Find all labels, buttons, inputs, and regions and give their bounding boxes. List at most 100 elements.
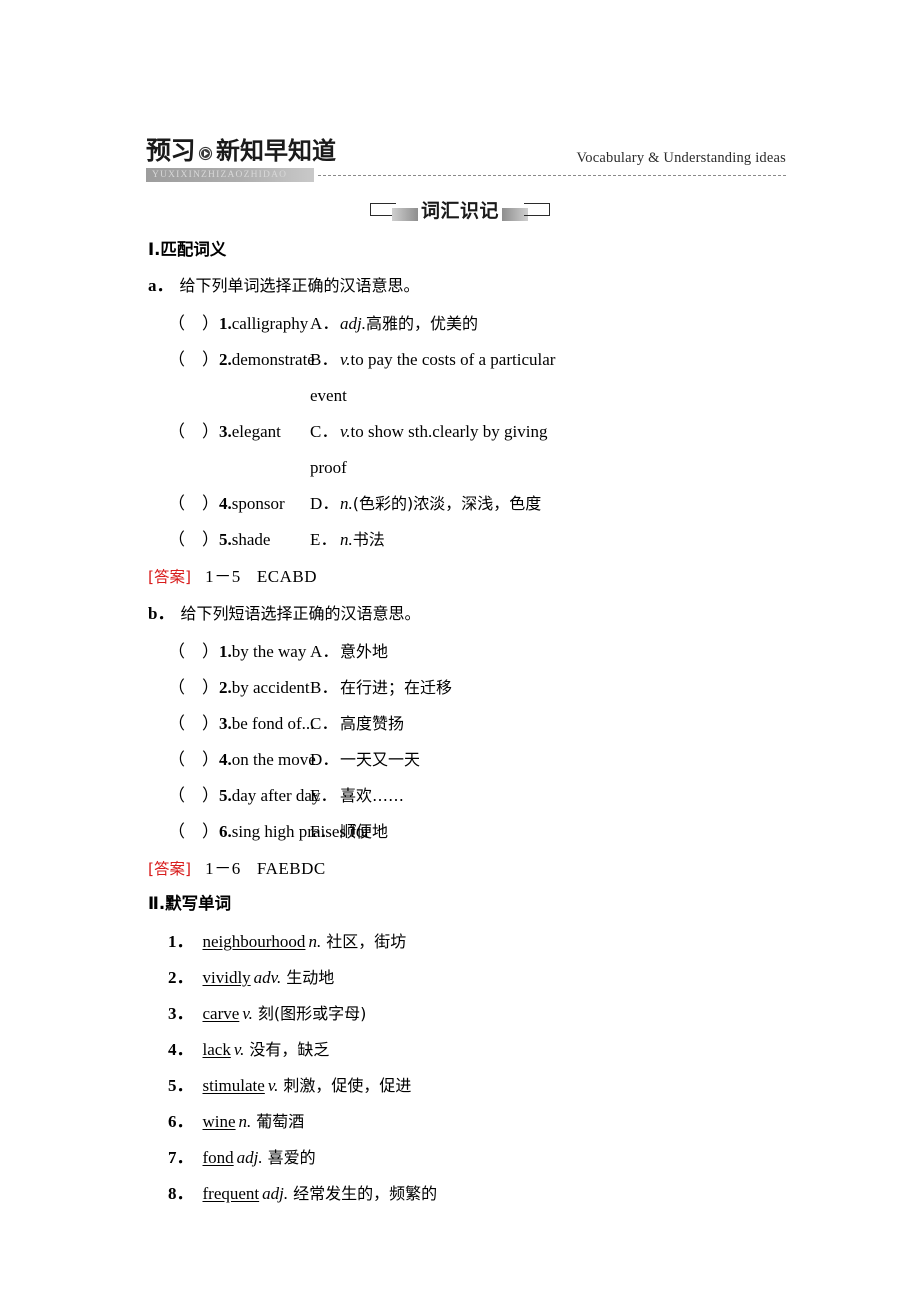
header-title-bold: 预习 <box>146 136 196 165</box>
word-item[interactable]: （ ）4.sponsor <box>0 486 305 522</box>
phrase-number: 1. <box>219 642 232 661</box>
word-term: demonstrate <box>231 350 315 369</box>
word-item[interactable]: （ ）3.elegant <box>0 414 305 450</box>
list-item: 4． lack v. 没有，缺乏 <box>168 1032 920 1068</box>
answer-range: 1－6 <box>205 859 241 878</box>
phrase-number: 6. <box>219 822 232 841</box>
item-word: fond <box>202 1148 234 1167</box>
item-word: carve <box>202 1004 240 1023</box>
item-pos: v. <box>233 1040 245 1059</box>
phrase-item[interactable]: （ ）1.by the way <box>0 634 307 670</box>
document-page: 预习 新知早知道 YUXIXINZHIZAOZHIDAO Vocabulary … <box>0 0 920 1302</box>
list-item: 1． neighbourhood n. 社区，街坊 <box>168 924 920 960</box>
phrase-term: by accident <box>231 678 310 697</box>
meaning-item: F． 顺便地 <box>305 814 920 850</box>
section-title: 词汇识记 <box>0 196 920 223</box>
answer-blank[interactable]: （ ） <box>168 678 219 697</box>
meaning-item: B． 在行进；在迁移 <box>305 670 920 706</box>
phrase-term: on the move <box>231 750 316 769</box>
definition-wrap-text: proof <box>310 458 347 477</box>
item-index: 3． <box>168 1004 194 1023</box>
table-row: （ ）5.day after day E． 喜欢…… <box>0 778 920 814</box>
part1-heading: Ⅰ.匹配词义 <box>148 236 920 264</box>
dictation-word-list: 1． neighbourhood n. 社区，街坊 2． vividly adv. 生动地 … <box>0 924 920 1212</box>
answer-blank[interactable]: （ ） <box>168 422 219 441</box>
section-bar-left-icon <box>391 207 418 221</box>
item-index: 1． <box>168 932 194 951</box>
meaning-letter: F． <box>310 822 337 841</box>
list-item: 2． vividly adv. 生动地 <box>168 960 920 996</box>
word-item[interactable]: （ ）5.shade <box>0 522 305 558</box>
answer-blank[interactable]: （ ） <box>168 314 219 333</box>
item-pos: v. <box>267 1076 279 1095</box>
answer-codes: ECABD <box>256 567 318 586</box>
item-index: 8． <box>168 1184 194 1203</box>
meaning-text: 喜欢…… <box>340 786 405 805</box>
word-number: 4. <box>219 494 232 513</box>
answer-blank[interactable]: （ ） <box>168 714 219 733</box>
phrase-item[interactable]: （ ）5.day after day <box>0 778 320 814</box>
word-term: elegant <box>231 422 281 441</box>
play-circle-icon <box>198 146 213 161</box>
list-item: 5． stimulate v. 刺激，促使，促进 <box>168 1068 920 1104</box>
word-term: shade <box>231 530 271 549</box>
definition-text: 书法 <box>352 530 385 549</box>
phrase-item[interactable]: （ ）4.on the move <box>0 742 316 778</box>
table-row: （ ）1.by the way A．意外地 <box>0 634 920 670</box>
word-item[interactable]: （ ）2.demonstrate <box>0 342 315 378</box>
item-meaning: 刺激，促使，促进 <box>283 1076 412 1095</box>
definition-text: (色彩的)浓淡，深浅，色度 <box>352 494 542 513</box>
header-unit-label: Vocabulary & Understanding ideas <box>576 150 786 166</box>
item-word: lack <box>202 1040 231 1059</box>
meaning-text: 意外地 <box>340 642 389 661</box>
answer-blank[interactable]: （ ） <box>168 530 219 549</box>
answer-label: [答案] <box>148 568 192 586</box>
item-pos: n. <box>238 1112 252 1131</box>
answer-blank[interactable]: （ ） <box>168 750 219 769</box>
answer-blank[interactable]: （ ） <box>168 786 219 805</box>
word-match-table: （ ）1.calligraphy A．adj.高雅的，优美的 （ ）2.demo… <box>0 306 920 558</box>
item-pos: n. <box>308 932 322 951</box>
item-word: frequent <box>202 1184 260 1203</box>
word-item[interactable]: （ ）1.calligraphy <box>0 306 308 342</box>
meaning-item: E． 喜欢…… <box>305 778 920 814</box>
item-meaning: 社区，街坊 <box>326 932 407 951</box>
phrase-number: 2. <box>219 678 232 697</box>
answer-blank[interactable]: （ ） <box>168 494 219 513</box>
phrase-item[interactable]: （ ）2.by accident <box>0 670 310 706</box>
meaning-letter: A． <box>310 642 340 661</box>
answer-blank[interactable]: （ ） <box>168 642 219 661</box>
item-index: 4． <box>168 1040 194 1059</box>
word-number: 5. <box>219 530 232 549</box>
item-word: stimulate <box>202 1076 265 1095</box>
definition-letter: D． <box>310 494 340 513</box>
meaning-letter: E． <box>310 786 338 805</box>
definition-pos: v. <box>340 422 351 441</box>
definition-text: to show sth.clearly by giving <box>350 422 548 441</box>
phrase-number: 3. <box>219 714 232 733</box>
answer-blank[interactable]: （ ） <box>168 822 219 841</box>
answer-codes: FAEBDC <box>256 859 326 878</box>
answer-blank[interactable]: （ ） <box>168 350 219 369</box>
item-meaning: 葡萄酒 <box>256 1112 305 1131</box>
definition-letter: A． <box>310 314 340 333</box>
document-content: Ⅰ.匹配词义 a． 给下列单词选择正确的汉语意思。 （ ）1.calligraph… <box>0 236 920 1212</box>
item-meaning: 生动地 <box>286 968 335 987</box>
list-item: 3． carve v. 刻(图形或字母) <box>168 996 920 1032</box>
part2-heading-text: Ⅱ.默写单词 <box>148 894 232 913</box>
table-row: （ ）5.shade E． n.书法 <box>0 522 920 558</box>
meaning-letter: B． <box>310 678 339 697</box>
table-row: （ ）2.demonstrate B．v.to pay the costs of… <box>0 342 920 414</box>
header-pinyin-banner: YUXIXINZHIZAOZHIDAO <box>146 168 314 182</box>
item-pos: adv. <box>253 968 282 987</box>
part1-sub-b-instruction: b． 给下列短语选择正确的汉语意思。 <box>148 600 920 628</box>
list-item: 8． frequent adj. 经常发生的，频繁的 <box>168 1176 920 1212</box>
meaning-item: C． 高度赞扬 <box>305 706 920 742</box>
phrase-item[interactable]: （ ）6.sing high praises for <box>0 814 370 850</box>
table-row: （ ）3.elegant C．v.to show sth.clearly by … <box>0 414 920 486</box>
definition-pos: v. <box>340 350 351 369</box>
phrase-item[interactable]: （ ）3.be fond of... <box>0 706 314 742</box>
definition-item: B．v.to pay the costs of a particular eve… <box>305 342 920 414</box>
item-pos: adj. <box>236 1148 263 1167</box>
phrase-term: by the way <box>231 642 307 661</box>
